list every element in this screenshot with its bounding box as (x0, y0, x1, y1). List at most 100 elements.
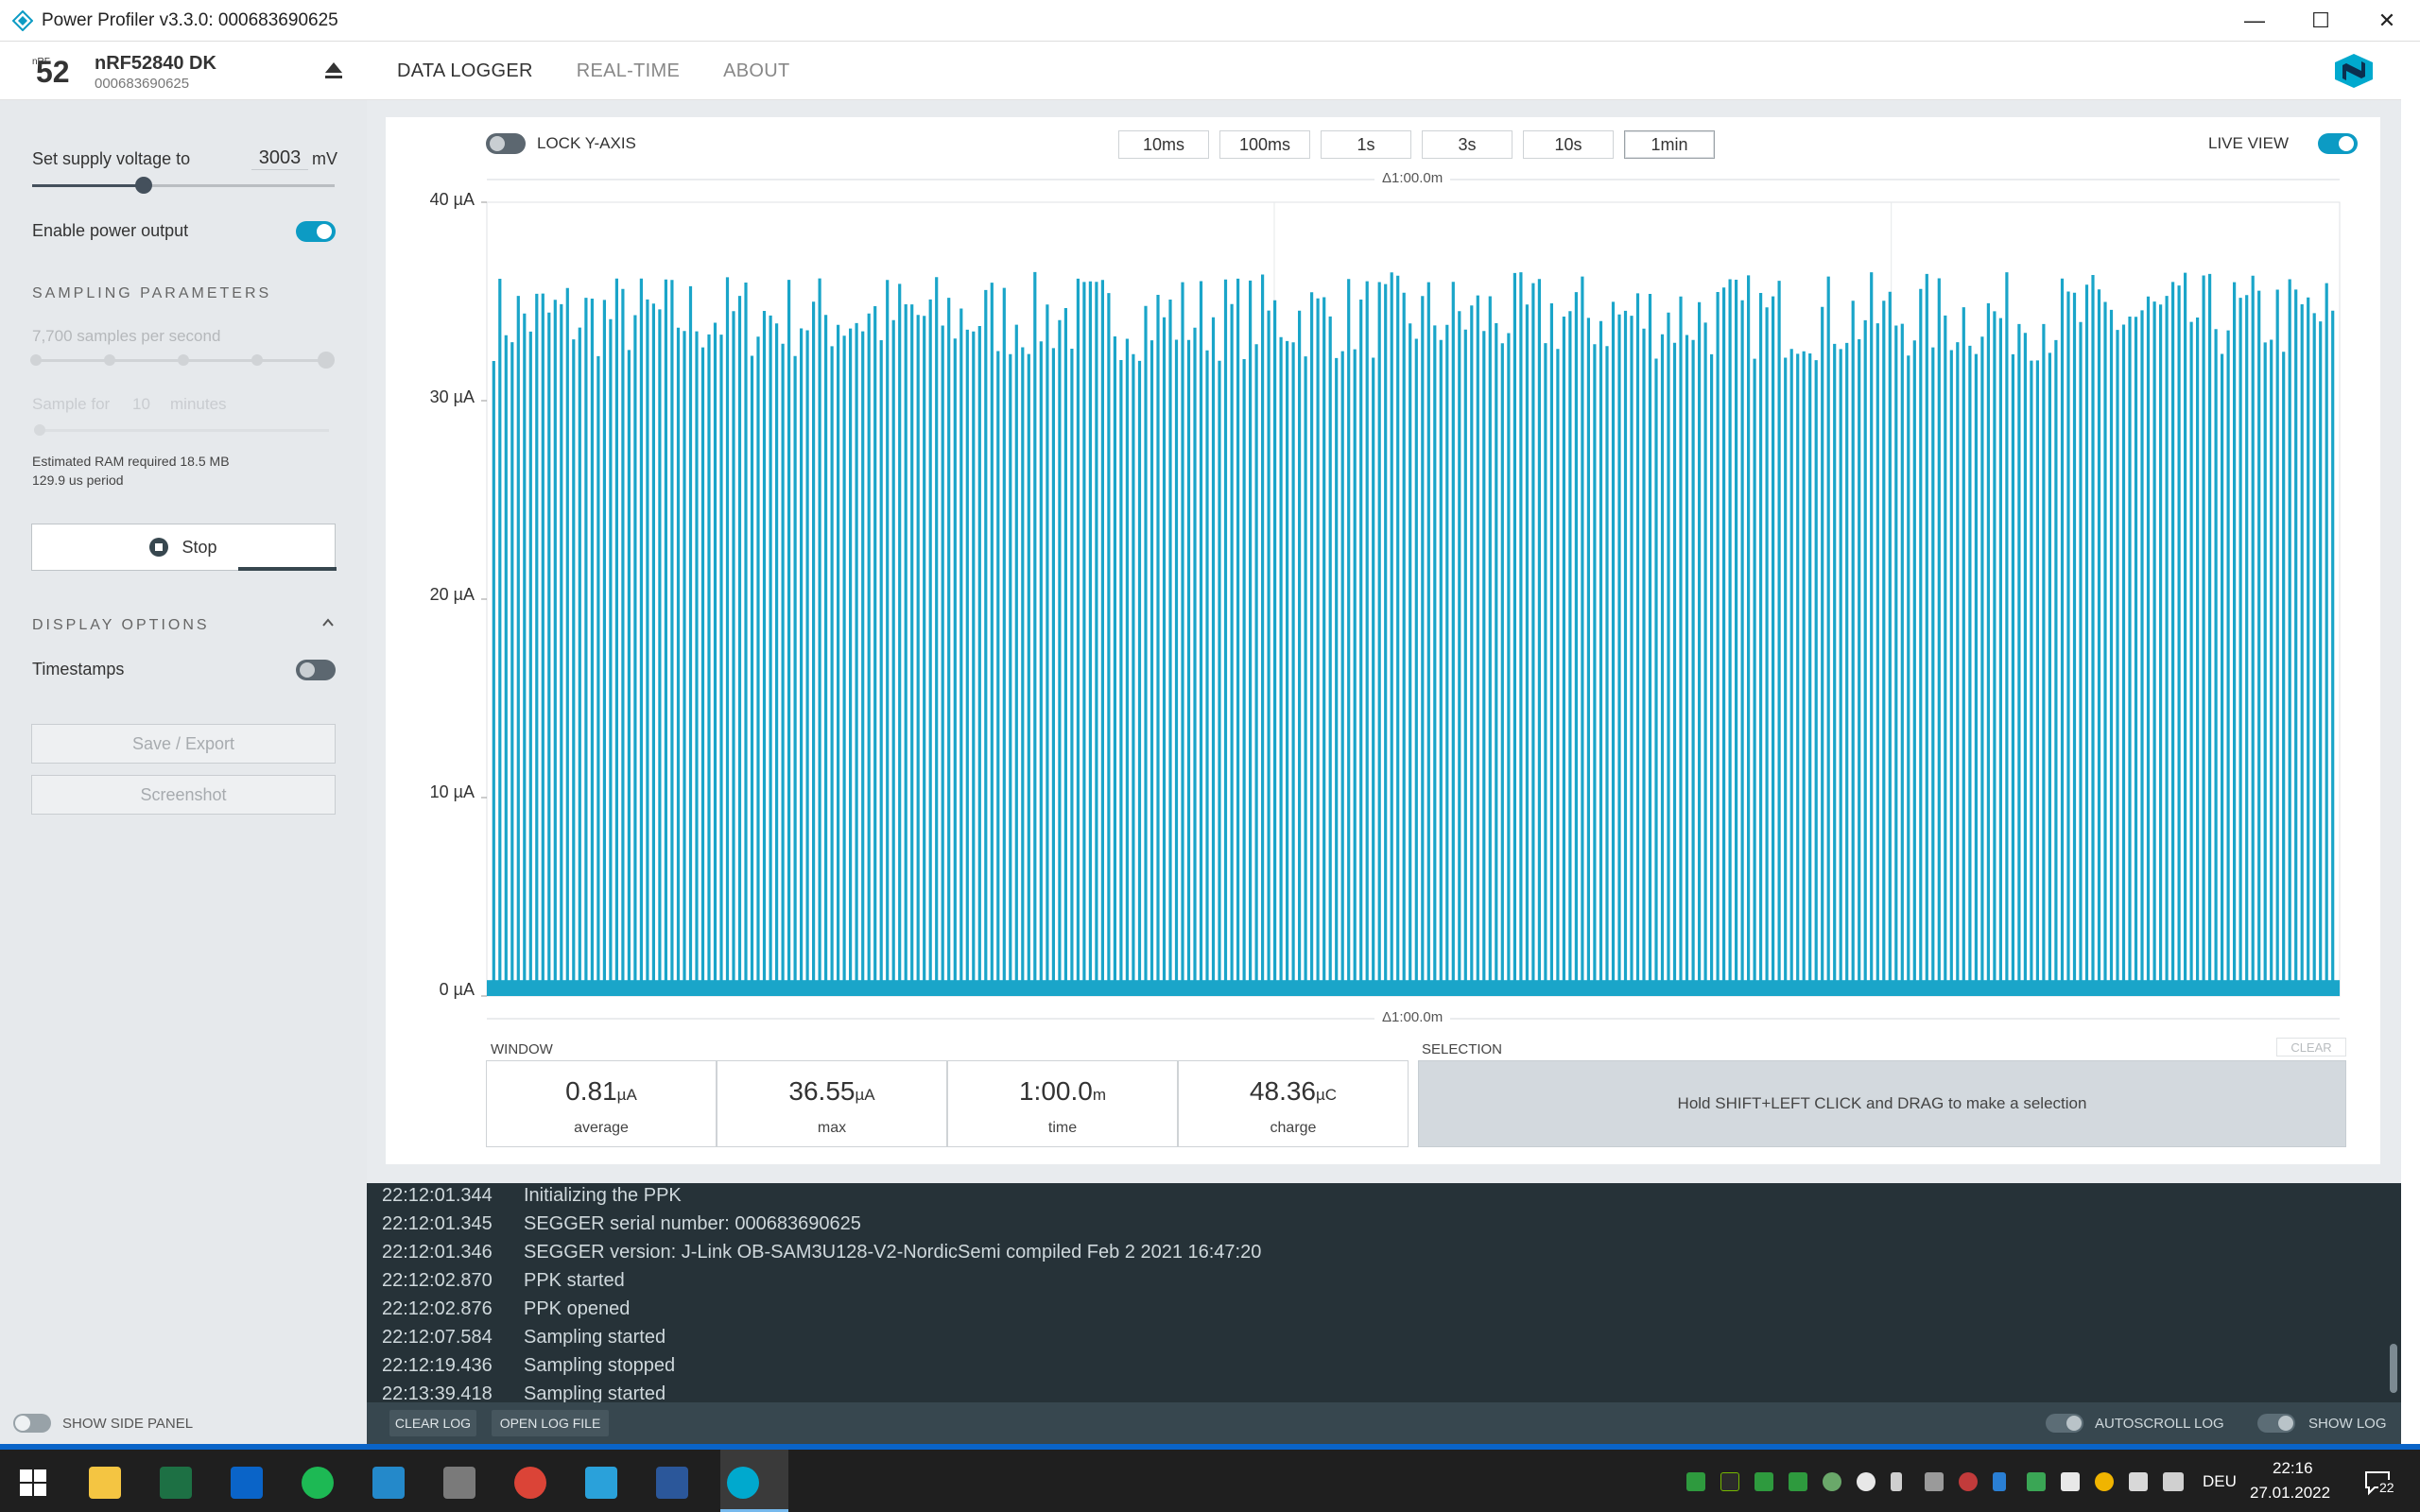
stop-progress-bar (238, 567, 337, 571)
show-log-label: SHOW LOG (2308, 1416, 2387, 1432)
chrome-icon[interactable] (514, 1467, 546, 1499)
clock-date[interactable]: 27.01.2022 (2250, 1484, 2330, 1503)
y-tick-label: 0 µA (439, 980, 475, 999)
tab-real-time[interactable]: REAL-TIME (577, 60, 680, 82)
log-panel: 22:12:01.344 Initializing the PPK 22:12:0… (367, 1183, 2401, 1402)
telegram-icon[interactable] (585, 1467, 617, 1499)
clock-time[interactable]: 22:16 (2273, 1459, 2313, 1478)
autoscroll-log-toggle[interactable] (2046, 1414, 2083, 1433)
lock-y-axis-toggle[interactable] (486, 133, 526, 154)
jlink-tray-icon[interactable] (1789, 1472, 1807, 1491)
stat-average-label: average (574, 1120, 629, 1136)
word-icon[interactable] (656, 1467, 688, 1499)
wifi-tray-icon[interactable] (2129, 1472, 2148, 1491)
device-tray-icon[interactable] (2061, 1472, 2080, 1491)
live-view-toggle[interactable] (2318, 133, 2358, 154)
samples-slider-stop (104, 354, 115, 366)
samples-slider-stop (251, 354, 263, 366)
enable-power-toggle[interactable] (296, 221, 336, 242)
timestamps-toggle[interactable] (296, 660, 336, 680)
window-title: Power Profiler v3.3.0: 000683690625 (42, 9, 338, 30)
stat-max-label: max (817, 1120, 847, 1136)
stop-button[interactable]: Stop (31, 524, 337, 571)
display-options-header: DISPLAY OPTIONS (32, 617, 210, 633)
nvidia-tray-icon[interactable] (1720, 1472, 1739, 1491)
network-tray-icon[interactable] (1925, 1472, 1944, 1491)
security-tray-icon[interactable] (1959, 1472, 1978, 1491)
autoscroll-log-label: AUTOSCROLL LOG (2095, 1416, 2224, 1432)
collapse-chevron-icon[interactable] (321, 616, 335, 634)
sample-for-input[interactable]: 10 (132, 395, 150, 414)
app-tray-icon[interactable] (2095, 1472, 2114, 1491)
file-explorer-icon[interactable] (89, 1467, 121, 1499)
screenshot-button[interactable]: Screenshot (31, 775, 336, 815)
supply-voltage-input[interactable]: 3003 (251, 147, 308, 170)
side-panel: Set supply voltage to 3003 mV Enable pow… (0, 100, 367, 1402)
nrf-connect-icon[interactable] (727, 1467, 759, 1499)
eject-icon[interactable] (321, 59, 346, 83)
app-tray-icon[interactable] (1823, 1472, 1841, 1491)
log-entry: 22:12:02.876 PPK opened (382, 1298, 631, 1319)
show-log-toggle[interactable] (2257, 1414, 2295, 1433)
tab-data-logger[interactable]: DATA LOGGER (397, 60, 533, 82)
close-button[interactable]: ✕ (2354, 0, 2420, 41)
stat-average-unit: µA (616, 1086, 637, 1104)
current-chart[interactable] (386, 155, 2380, 1072)
notifications-icon[interactable]: 22 (2363, 1469, 2395, 1497)
stat-charge-label: charge (1270, 1120, 1317, 1136)
tab-about[interactable]: ABOUT (723, 60, 789, 82)
clear-log-button[interactable]: CLEAR LOG (389, 1410, 476, 1436)
stat-time-label: time (1047, 1120, 1078, 1136)
log-entry: 22:12:07.584 Sampling started (382, 1327, 666, 1348)
log-scrollbar[interactable] (2390, 1344, 2397, 1393)
lock-y-axis-label: LOCK Y-AXIS (537, 134, 636, 152)
baseline-current-series (487, 980, 2340, 996)
selection-header: SELECTION (1422, 1041, 1503, 1057)
outlook-icon[interactable] (231, 1467, 263, 1499)
jlink-tray-icon[interactable] (1754, 1472, 1773, 1491)
maximize-button[interactable]: ☐ (2288, 0, 2354, 41)
minimize-button[interactable]: — (2221, 0, 2288, 41)
supply-voltage-slider-knob[interactable] (135, 177, 152, 194)
y-tick-label: 40 µA (429, 190, 475, 209)
cloud-tray-icon[interactable] (1857, 1472, 1876, 1491)
device-serial: 000683690625 (95, 76, 190, 92)
network-tool-icon[interactable] (443, 1467, 475, 1499)
show-side-panel-toggle[interactable] (13, 1414, 51, 1433)
samples-slider-knob[interactable] (318, 352, 335, 369)
samples-slider-stop (178, 354, 189, 366)
clear-selection-button[interactable]: CLEAR (2276, 1038, 2346, 1057)
supply-voltage-label: Set supply voltage to (32, 149, 191, 168)
defender-tray-icon[interactable] (2027, 1472, 2046, 1491)
log-entry: 22:13:39.418 Sampling started (382, 1383, 666, 1402)
save-export-button[interactable]: Save / Export (31, 724, 336, 764)
bluetooth-tray-icon[interactable] (1993, 1472, 2006, 1491)
ram-estimate: Estimated RAM required 18.5 MB (32, 454, 230, 469)
selection-area[interactable]: Hold SHIFT+LEFT CLICK and DRAG to make a… (1418, 1060, 2346, 1147)
stat-time-value: 1:00.0 (1018, 1076, 1093, 1106)
stat-average-value: 0.81 (565, 1076, 617, 1106)
supply-voltage-unit: mV (312, 149, 337, 168)
spotify-icon[interactable] (302, 1467, 334, 1499)
windows-start-icon[interactable] (19, 1469, 47, 1497)
sample-for-slider-knob[interactable] (34, 424, 45, 436)
volume-muted-icon[interactable] (2163, 1472, 2184, 1491)
device-logo: nRF 52 (32, 55, 78, 89)
supply-voltage-slider-fill (32, 184, 144, 187)
sample-period: 129.9 us period (32, 472, 124, 488)
y-tick-label: 20 µA (429, 585, 475, 604)
nordic-logo-icon (2333, 53, 2375, 89)
sample-for-slider[interactable] (36, 429, 329, 432)
enable-power-label: Enable power output (32, 221, 189, 240)
excel-icon[interactable] (160, 1467, 192, 1499)
device-logo-number: 52 (36, 55, 70, 89)
app-window: Power Profiler v3.3.0: 000683690625 — ☐ … (0, 0, 2420, 1512)
timestamps-label: Timestamps (32, 660, 125, 679)
time-window-delta-bottom: Δ1:00.0m (1374, 1009, 1451, 1025)
footer-bar: SHOW SIDE PANEL CLEAR LOG OPEN LOG FILE … (0, 1402, 2401, 1444)
jlink-tray-icon[interactable] (1686, 1472, 1705, 1491)
open-log-file-button[interactable]: OPEN LOG FILE (492, 1410, 609, 1436)
usb-tray-icon[interactable] (1891, 1472, 1902, 1491)
language-indicator[interactable]: DEU (2203, 1472, 2237, 1491)
vscode-icon[interactable] (372, 1467, 405, 1499)
